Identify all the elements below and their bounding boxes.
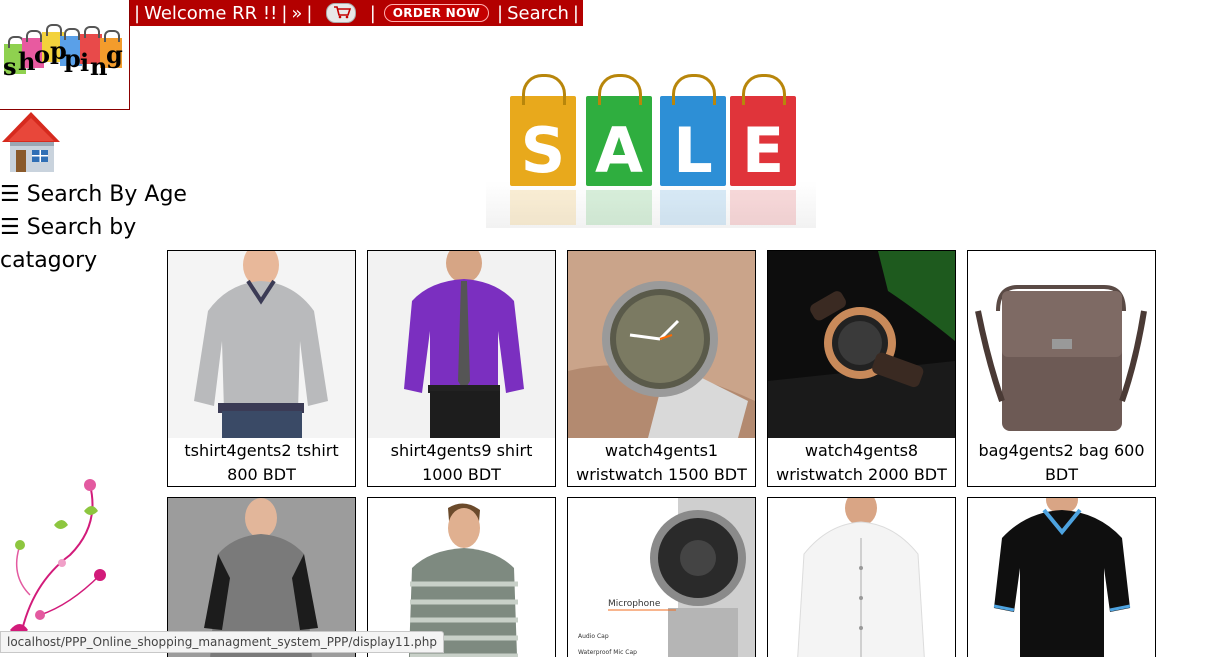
product-image[interactable] xyxy=(568,251,755,438)
product-image[interactable] xyxy=(168,251,355,438)
top-nav-bar: | Welcome RR !! | » | | ORDER NOW | Sear… xyxy=(130,0,583,26)
product-card[interactable] xyxy=(767,497,956,657)
sale-letter: L xyxy=(673,114,713,187)
logo-letter: i xyxy=(80,48,90,77)
logo-letter: s xyxy=(3,52,17,81)
order-now-button[interactable]: ORDER NOW xyxy=(383,4,489,22)
sale-bag: A xyxy=(586,74,652,187)
logout-link[interactable]: » xyxy=(291,3,302,24)
logo-letter: g xyxy=(106,40,123,69)
search-by-category-link[interactable]: ☰ Search by xyxy=(0,211,200,244)
svg-text:Audio Cap: Audio Cap xyxy=(578,633,609,640)
product-caption: tshirt4gents2 tshirt 800 BDT xyxy=(184,441,339,484)
browser-status-bar: localhost/PPP_Online_shopping_managment_… xyxy=(0,631,444,653)
logo-letter: p xyxy=(64,44,81,73)
svg-text:Microphone: Microphone xyxy=(608,599,661,609)
sale-letter: S xyxy=(520,114,566,187)
floral-decoration xyxy=(0,465,125,641)
product-image[interactable] xyxy=(968,498,1155,657)
product-caption: watch4gents1 wristwatch 1500 BDT xyxy=(576,441,747,484)
logo-letter: h xyxy=(18,47,36,76)
sale-letter: E xyxy=(741,114,785,187)
product-caption: watch4gents8 wristwatch 2000 BDT xyxy=(776,441,947,484)
product-card[interactable]: tshirt4gents2 tshirt 800 BDT xyxy=(167,250,356,487)
product-card[interactable]: watch4gents8 wristwatch 2000 BDT xyxy=(767,250,956,487)
product-card[interactable]: shirt4gents9 shirt 1000 BDT xyxy=(367,250,556,487)
logo-letter: o xyxy=(34,40,51,69)
page: s h o p p i n g | Welcome RR !! | » | | … xyxy=(0,0,1215,657)
search-link[interactable]: Search xyxy=(507,3,569,24)
product-card[interactable]: watch4gents1 wristwatch 1500 BDT xyxy=(567,250,756,487)
product-card[interactable] xyxy=(967,497,1156,657)
product-card[interactable]: Microphone Audio Cap Waterproof Mic Cap xyxy=(567,497,756,657)
product-image[interactable] xyxy=(968,251,1155,438)
sale-bag: S xyxy=(510,74,576,187)
home-icon[interactable] xyxy=(0,110,62,176)
product-image[interactable] xyxy=(768,498,955,657)
product-caption: shirt4gents9 shirt 1000 BDT xyxy=(390,441,533,484)
product-image[interactable] xyxy=(368,251,555,438)
logo-letter: n xyxy=(90,52,108,81)
sale-letter: A xyxy=(595,114,643,187)
product-caption: bag4gents2 bag 600 BDT xyxy=(978,441,1145,484)
product-card[interactable]: bag4gents2 bag 600 BDT xyxy=(967,250,1156,487)
sale-bag: E xyxy=(730,74,796,187)
sale-banner: S A L E xyxy=(486,40,816,228)
sale-bag: L xyxy=(660,74,726,187)
welcome-text: Welcome RR !! xyxy=(144,2,278,24)
shopping-logo[interactable]: s h o p p i n g xyxy=(0,0,130,110)
product-image[interactable]: Microphone Audio Cap Waterproof Mic Cap xyxy=(568,498,755,657)
cart-icon[interactable] xyxy=(326,3,356,23)
search-by-age-link[interactable]: ☰ Search By Age xyxy=(0,178,200,211)
svg-text:Waterproof Mic Cap: Waterproof Mic Cap xyxy=(578,649,637,656)
product-image[interactable] xyxy=(768,251,955,438)
